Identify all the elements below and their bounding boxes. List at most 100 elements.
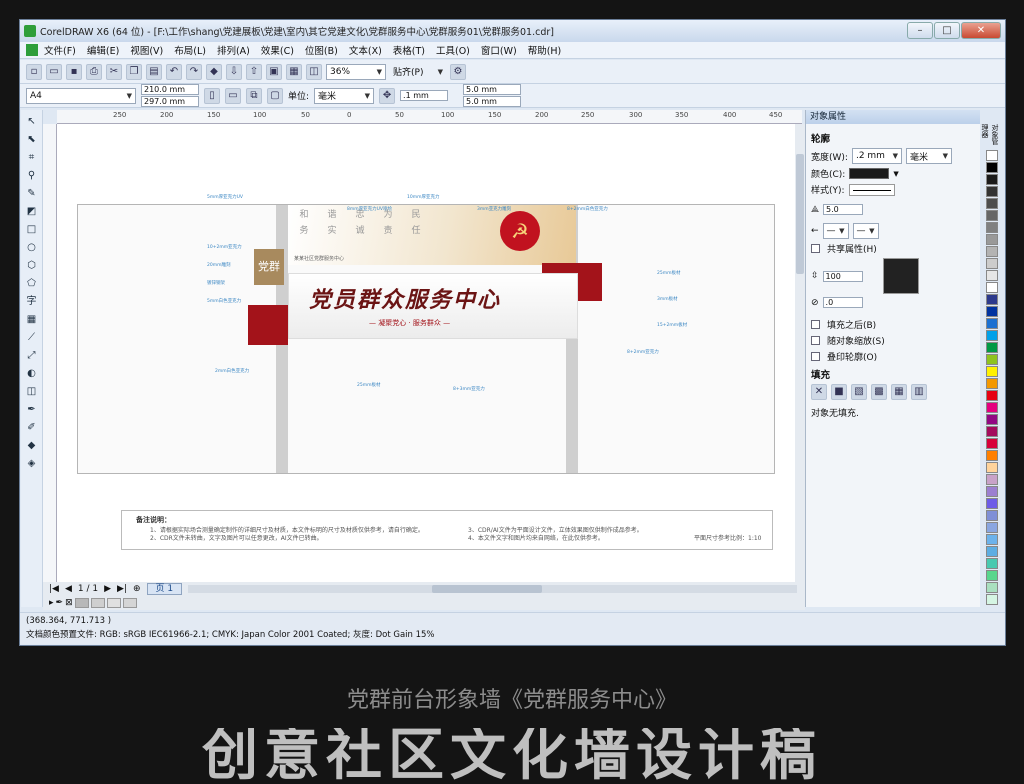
eyedropper-icon[interactable]: ✒ [24,402,40,417]
print-icon[interactable]: ⎙ [86,63,102,80]
palette-swatch[interactable] [986,198,998,209]
miter-field[interactable]: 5.0 [823,204,864,215]
eyedropper-palette-icon[interactable]: ✒ [56,598,64,608]
palette-swatch[interactable] [986,390,998,401]
color-profile-status[interactable]: 文档颜色预置文件: RGB: sRGB IEC61966-2.1; CMYK: … [20,627,1005,644]
first-page-icon[interactable]: |◀ [49,584,59,594]
palette-swatch[interactable] [986,486,998,497]
basic-shapes-icon[interactable]: ⬠ [24,276,40,291]
shape-tool-icon[interactable]: ⬉ [24,132,40,147]
palette-swatch[interactable] [986,462,998,473]
palette-swatch[interactable] [986,426,998,437]
palette-swatch[interactable] [986,558,998,569]
palette-swatch[interactable] [986,522,998,533]
dimension-tool-icon[interactable]: ⟋ [24,330,40,345]
options-icon[interactable]: ⚙ [450,63,466,80]
search-content-icon[interactable]: ◆ [206,63,222,80]
app-launcher-icon[interactable]: ▦ [286,63,302,80]
palette-swatch[interactable] [986,414,998,425]
ellipse-tool-icon[interactable]: ○ [24,240,40,255]
horizontal-scrollbar[interactable] [188,585,797,593]
chevron-down-icon[interactable]: ▼ [893,170,898,178]
smart-fill-icon[interactable]: ◩ [24,204,40,219]
palette-swatch[interactable] [986,282,998,293]
angle-field[interactable]: .0 [822,297,863,308]
page-size-select[interactable]: A4 ▼ [26,87,136,104]
palette-swatch[interactable] [986,294,998,305]
fill-section-title[interactable]: 填充 [811,367,975,381]
palette-swatch[interactable] [986,594,998,605]
drawing-canvas[interactable]: 和 谐 忠 为 民 务 实 诚 责 任 ☭ 某某社区党群服务中心 党群 党员群众… [57,124,795,582]
landscape-icon[interactable]: ▭ [225,87,241,104]
all-pages-icon[interactable]: ⧉ [246,87,262,104]
menu-table[interactable]: 表格(T) [393,43,425,57]
play-icon[interactable]: ▸ [49,598,54,608]
vertical-scrollbar[interactable] [795,124,805,582]
share-attr-checkbox[interactable] [811,244,820,253]
fountain-fill-icon[interactable]: ▧ [851,384,867,400]
palette-swatch[interactable] [986,186,998,197]
line-style-select[interactable] [848,183,895,196]
redo-icon[interactable]: ↷ [186,63,202,80]
minimize-button[interactable]: – [907,22,933,39]
nudge-field[interactable]: .1 mm [400,90,449,101]
copy-icon[interactable]: ❐ [126,63,142,80]
add-page-icon[interactable]: ⊕ [133,584,141,594]
menu-file[interactable]: 文件(F) [44,43,76,57]
maximize-button[interactable]: □ [934,22,960,39]
page-tab-1[interactable]: 页 1 [146,583,183,595]
scale-with-checkbox[interactable] [811,336,820,345]
palette-swatch[interactable] [986,354,998,365]
duplicate-x-field[interactable]: 5.0 mm [463,84,522,95]
menu-edit[interactable]: 编辑(E) [87,43,119,57]
postscript-fill-icon[interactable]: ▥ [911,384,927,400]
palette-swatch[interactable] [986,318,998,329]
doc-color-swatch[interactable] [122,598,137,608]
palette-swatch[interactable] [986,162,998,173]
palette-swatch[interactable] [986,570,998,581]
units-select[interactable]: 毫米 ▼ [314,87,375,104]
prev-page-icon[interactable]: ◀ [65,584,72,594]
texture-fill-icon[interactable]: ▦ [891,384,907,400]
transparency-tool-icon[interactable]: ◫ [24,384,40,399]
palette-swatch[interactable] [986,366,998,377]
palette-swatch[interactable] [986,246,998,257]
doc-color-swatch[interactable] [74,598,89,608]
table-tool-icon[interactable]: ▦ [24,312,40,327]
menu-tools[interactable]: 工具(O) [436,43,470,57]
polygon-tool-icon[interactable]: ⬡ [24,258,40,273]
palette-swatch[interactable] [986,378,998,389]
export-icon[interactable]: ⇧ [246,63,262,80]
palette-swatch[interactable] [986,222,998,233]
uniform-fill-icon[interactable]: ■ [831,384,847,400]
page-width-field[interactable]: 210.0 mm [141,84,199,95]
undo-icon[interactable]: ↶ [166,63,182,80]
outline-unit-select[interactable]: 毫米 ▼ [905,148,952,164]
fill-tool-icon[interactable]: ◆ [24,438,40,453]
horizontal-ruler[interactable]: 250 200 150 100 50 0 50 100 150 200 250 … [57,110,802,124]
snap-to-dropdown[interactable]: 贴齐(P) ▼ [390,64,446,80]
outline-section-title[interactable]: 轮廓 [811,131,975,145]
blend-tool-icon[interactable]: ◐ [24,366,40,381]
palette-swatch[interactable] [986,330,998,341]
palette-swatch[interactable] [986,234,998,245]
palette-swatch[interactable] [986,270,998,281]
menu-bitmaps[interactable]: 位图(B) [305,43,338,57]
no-color-icon[interactable]: ⊠ [65,598,73,608]
paste-icon[interactable]: ▤ [146,63,162,80]
palette-swatch[interactable] [986,306,998,317]
doc-color-swatch[interactable] [106,598,121,608]
palette-swatch[interactable] [986,450,998,461]
interactive-fill-icon[interactable]: ◈ [24,456,40,471]
outline-color-swatch[interactable] [849,168,890,179]
menu-view[interactable]: 视图(V) [130,43,163,57]
palette-swatch[interactable] [986,438,998,449]
doc-menu-icon[interactable] [26,44,38,56]
crop-tool-icon[interactable]: ⌗ [24,150,40,165]
zoom-tool-icon[interactable]: ⚲ [24,168,40,183]
menu-text[interactable]: 文本(X) [349,43,382,57]
palette-swatch[interactable] [986,258,998,269]
overprint-checkbox[interactable] [811,352,820,361]
save-icon[interactable]: ▪ [66,63,82,80]
palette-swatch[interactable] [986,474,998,485]
